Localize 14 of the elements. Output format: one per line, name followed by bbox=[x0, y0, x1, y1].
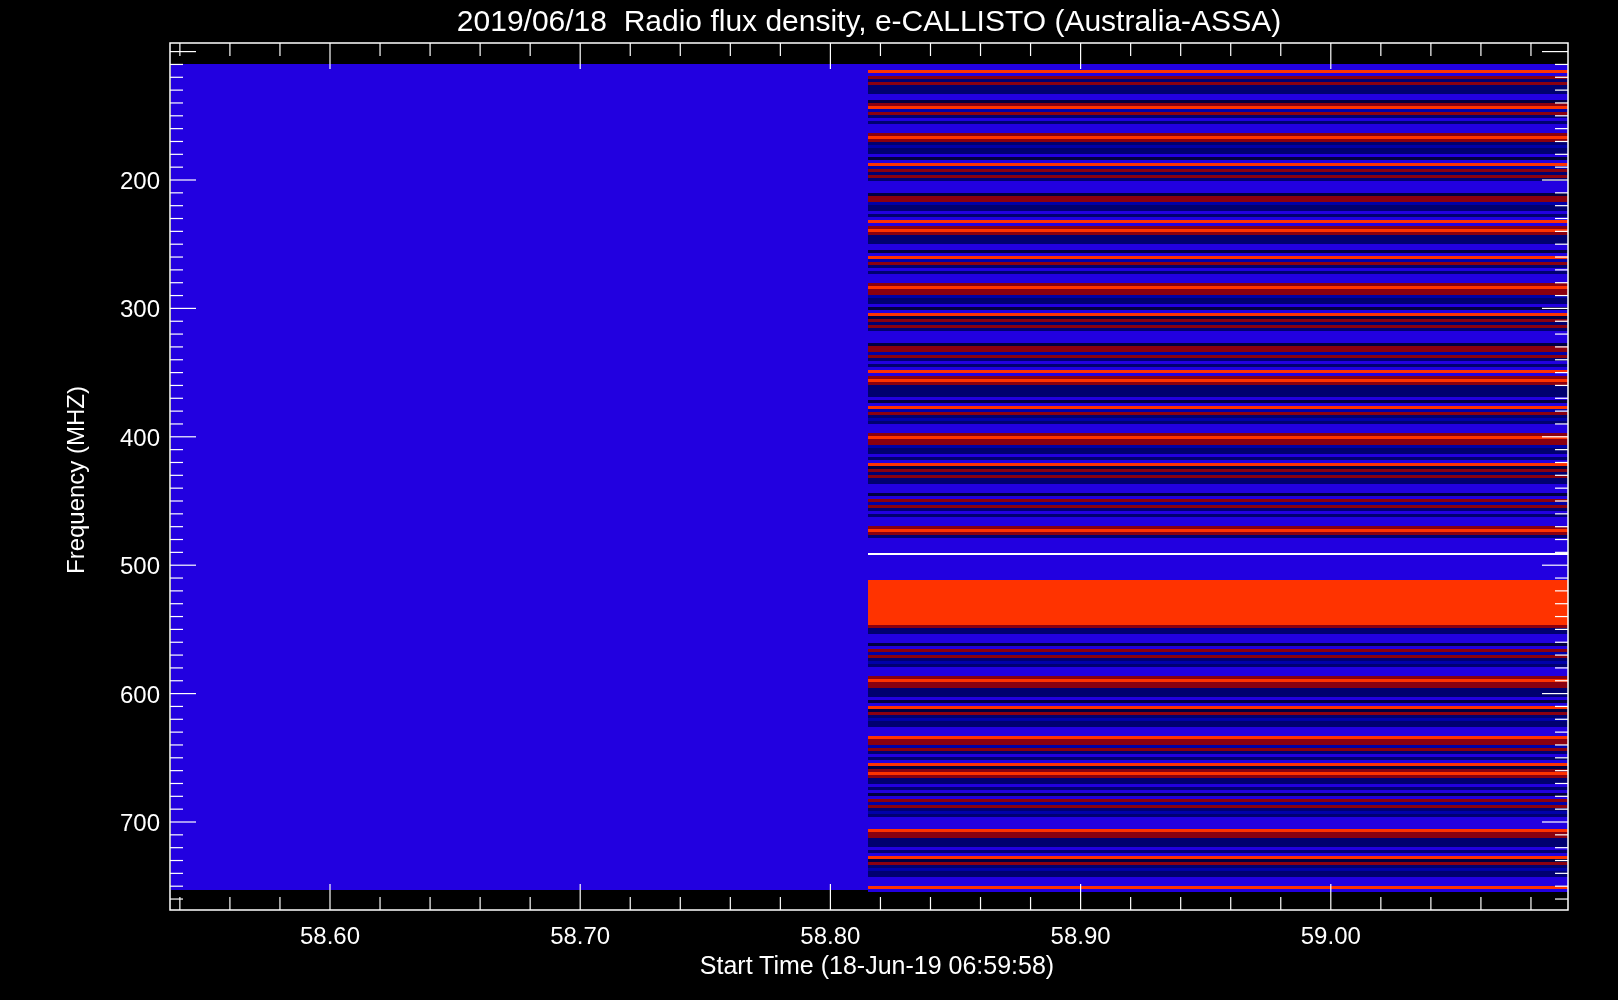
plot-title: 2019/06/18 Radio flux density, e-CALLISTO (Australia-ASSA) bbox=[456, 4, 1282, 37]
y-tick-label: 700 bbox=[119, 809, 160, 836]
x-tick-label: 58.90 bbox=[1050, 922, 1111, 949]
y-tick-label: 300 bbox=[119, 295, 160, 323]
x-tick-label: 58.60 bbox=[299, 922, 361, 949]
x-tick-label: 58.80 bbox=[800, 922, 861, 949]
x-tick-label: 58.70 bbox=[550, 922, 611, 949]
x-axis-label: Start Time (18-Jun-19 06:59:58) bbox=[699, 951, 1055, 979]
y-tick-label: 400 bbox=[119, 423, 160, 451]
x-tick-label: 59.00 bbox=[1300, 922, 1361, 949]
y-tick-label: 200 bbox=[119, 167, 160, 194]
y-tick-label: 500 bbox=[119, 552, 160, 580]
y-tick-label: 600 bbox=[119, 680, 160, 708]
y-axis-label: Frequency (MHZ) bbox=[62, 386, 89, 574]
